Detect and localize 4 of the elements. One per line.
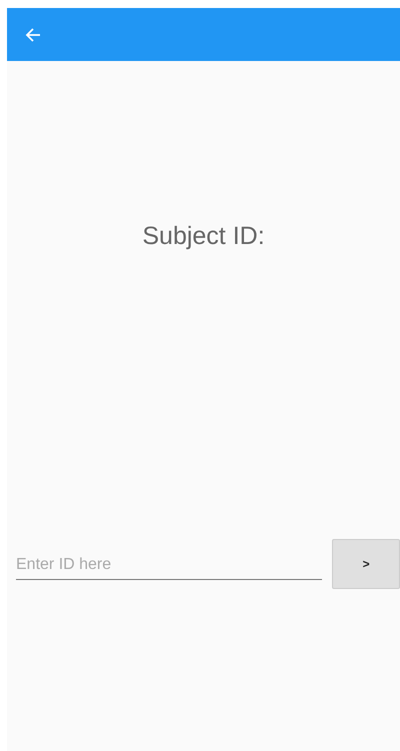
back-arrow-icon[interactable] <box>25 26 41 42</box>
next-button[interactable]: > <box>332 539 400 589</box>
id-input-field[interactable]: Enter ID here <box>16 552 322 580</box>
subject-id-heading: Subject ID: <box>142 222 265 251</box>
